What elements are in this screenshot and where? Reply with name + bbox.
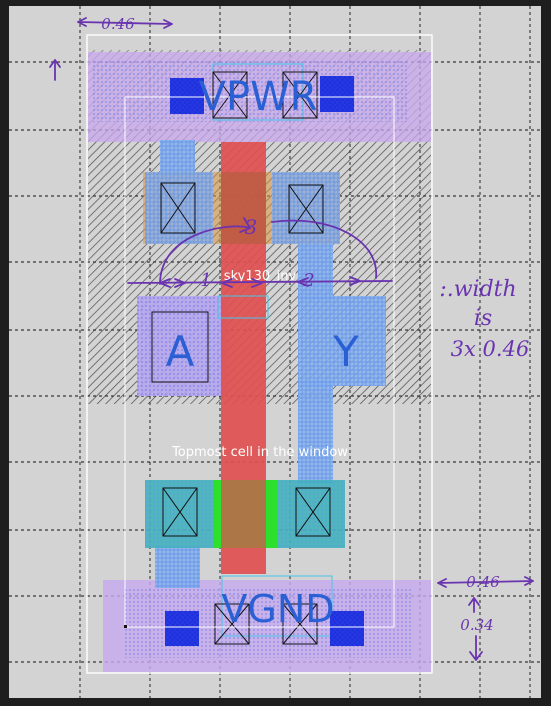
- window-caption: Topmost cell in the window: [171, 445, 348, 460]
- top-dim-label: 0.46: [101, 15, 135, 33]
- nmos-implant-right: [266, 480, 278, 548]
- pin-a-label: A: [166, 327, 195, 376]
- via-vpwr-right-pat: [320, 76, 354, 112]
- vpwr-label: VPWR: [199, 74, 318, 120]
- note-line-3: 3x 0.46: [451, 337, 530, 361]
- poly-nmos-overlap: [221, 480, 266, 548]
- gap-3-label: 3: [245, 215, 258, 239]
- note-line-2: is: [474, 306, 492, 331]
- li-right-mid-pat: [298, 380, 333, 484]
- gap-2-label: 2: [302, 270, 314, 291]
- right-dim-label: 0.46: [466, 573, 500, 591]
- li-left-bottom-pat: [155, 546, 200, 588]
- via-vgnd-left-pat: [165, 611, 199, 646]
- note-line-1: :.width: [439, 277, 516, 302]
- li-left-top-pat: [160, 140, 195, 176]
- via-vgnd-right-pat: [330, 611, 364, 646]
- cursor-marker: [124, 625, 127, 628]
- height-dim-label: 0.34: [460, 616, 493, 634]
- vgnd-label: VGND: [221, 587, 334, 631]
- gap-1-label: 1: [200, 270, 211, 291]
- poly-pmos-overlap: [221, 172, 266, 244]
- layout-canvas[interactable]: VPWR VGND A Y sky130_inv Topmost cell in…: [0, 0, 551, 706]
- pin-y-label: Y: [332, 327, 359, 376]
